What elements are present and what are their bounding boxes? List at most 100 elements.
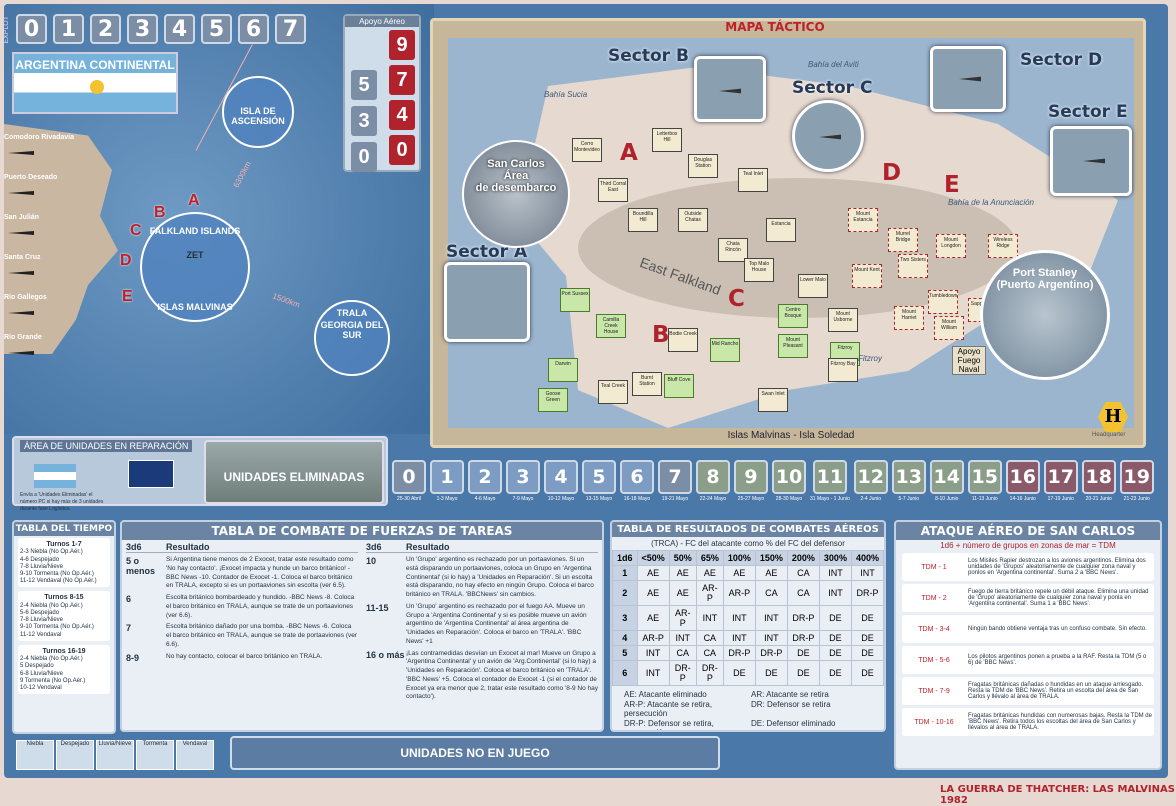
map-location[interactable]: Cerro Montevideo <box>572 138 602 162</box>
map-location[interactable]: Mount Longdon <box>936 234 966 258</box>
turn-box[interactable]: 5 <box>582 460 616 494</box>
exocet-box-0[interactable]: 0 <box>16 14 47 44</box>
eliminated-units-area[interactable]: UNIDADES ELIMINADAS <box>204 440 384 504</box>
exocet-box-3[interactable]: 3 <box>127 14 158 44</box>
turn-box[interactable]: 4 <box>544 460 578 494</box>
map-location[interactable]: Top Malo House <box>744 258 774 282</box>
map-zone-c[interactable]: C <box>728 286 745 312</box>
port-stanley-circle[interactable]: Port Stanley (Puerto Argentino) <box>980 250 1110 380</box>
turn-box[interactable]: 17 <box>1043 460 1078 494</box>
turn-cell-6[interactable]: 6 16-18 Mayo <box>620 460 654 502</box>
turn-cell-3[interactable]: 3 7-9 Mayo <box>506 460 540 502</box>
exocet-box-6[interactable]: 6 <box>238 14 269 44</box>
sea-zone-d[interactable]: D <box>120 252 132 270</box>
map-location[interactable]: Mount Harriet <box>894 306 924 330</box>
turn-cell-17[interactable]: 17 17-19 Junio <box>1043 460 1078 502</box>
turn-cell-10[interactable]: 10 28-30 Mayo <box>772 460 806 502</box>
britain-air-box[interactable]: 0 <box>389 135 415 165</box>
turn-box[interactable]: 7 <box>658 460 692 494</box>
map-location[interactable]: Fitzroy Bay <box>828 358 858 382</box>
turn-cell-9[interactable]: 9 25-27 Mayo <box>734 460 768 502</box>
exocet-box-4[interactable]: 4 <box>164 14 195 44</box>
map-location[interactable]: Goose Green <box>538 388 568 412</box>
map-location[interactable]: Estancia <box>766 218 796 242</box>
argentina-continental-box[interactable]: ARGENTINA CONTINENTAL <box>12 52 178 114</box>
georgia-circle[interactable]: TRALA GEORGIA DEL SUR <box>314 300 390 376</box>
turn-box[interactable]: 13 <box>891 460 926 494</box>
map-location[interactable]: Bluff Cove <box>664 374 694 398</box>
exocet-box-1[interactable]: 1 <box>53 14 84 44</box>
exocet-box-5[interactable]: 5 <box>201 14 232 44</box>
map-location[interactable]: Mount Pleasant <box>778 334 808 358</box>
map-location[interactable]: Wireless Ridge <box>988 234 1018 258</box>
map-location[interactable]: Mount William <box>934 316 964 340</box>
map-location[interactable]: Bodie Creek <box>668 328 698 352</box>
argentina-air-box[interactable]: 3 <box>351 106 377 136</box>
turn-box[interactable]: 18 <box>1081 460 1116 494</box>
map-location[interactable]: Camilla Creek House <box>596 314 626 338</box>
britain-air-box[interactable]: 4 <box>389 100 415 130</box>
turn-box[interactable]: 15 <box>967 460 1002 494</box>
argentina-air-box[interactable]: 5 <box>351 70 377 100</box>
turn-cell-5[interactable]: 5 13-15 Mayo <box>582 460 616 502</box>
turn-box[interactable]: 14 <box>929 460 964 494</box>
argentina-air-box[interactable]: 0 <box>351 142 377 172</box>
san-carlos-landing-area[interactable]: San Carlos Área de desembarco <box>462 140 570 248</box>
map-location[interactable]: Douglas Station <box>688 154 718 178</box>
map-zone-a[interactable]: A <box>620 140 638 166</box>
turn-cell-11[interactable]: 11 31 Mayo - 1 Junio <box>810 460 850 502</box>
map-location[interactable]: Murrel Bridge <box>888 228 918 252</box>
turn-cell-13[interactable]: 13 5-7 Junio <box>891 460 926 502</box>
map-location[interactable]: Outside Chatas <box>678 208 708 232</box>
sea-zone-e[interactable]: E <box>122 288 133 306</box>
naval-fire-support-box[interactable]: Apoyo Fuego Naval <box>952 346 986 375</box>
turn-box[interactable]: 3 <box>506 460 540 494</box>
turn-box[interactable]: 19 <box>1119 460 1154 494</box>
map-location[interactable]: Tumbledown <box>928 290 958 314</box>
turn-cell-18[interactable]: 18 20-21 Junio <box>1081 460 1116 502</box>
map-location[interactable]: Letterbox Hill <box>652 128 682 152</box>
turn-box[interactable]: 9 <box>734 460 768 494</box>
turn-cell-19[interactable]: 19 21-23 Junio <box>1119 460 1154 502</box>
malvinas-circle[interactable]: FALKLAND ISLANDS ZET ISLAS MALVINAS <box>140 212 250 322</box>
weather-marker[interactable]: Niebla <box>16 740 54 770</box>
sea-zone-c[interactable]: C <box>130 222 142 240</box>
turn-box[interactable]: 1 <box>430 460 464 494</box>
map-location[interactable]: Darwin <box>548 358 578 382</box>
sea-zone-b[interactable]: B <box>154 204 166 222</box>
map-location[interactable]: Mount Kent <box>852 264 882 288</box>
weather-marker[interactable]: Vendaval <box>176 740 214 770</box>
turn-cell-14[interactable]: 14 8-10 Junio <box>929 460 964 502</box>
map-location[interactable]: Burnt Station <box>632 372 662 396</box>
turn-box[interactable]: 6 <box>620 460 654 494</box>
turn-cell-0[interactable]: 0 25-30 Abril <box>392 460 426 502</box>
map-location[interactable]: Centro Bosque <box>778 304 808 328</box>
ascension-circle[interactable]: ISLA DE ASCENSIÓN <box>222 76 294 148</box>
exocet-box-2[interactable]: 2 <box>90 14 121 44</box>
sea-zone-a[interactable]: A <box>188 192 200 210</box>
map-location[interactable]: Teal Creek <box>598 380 628 404</box>
turn-cell-7[interactable]: 7 19-21 Mayo <box>658 460 692 502</box>
turn-cell-16[interactable]: 16 14-16 Junio <box>1005 460 1040 502</box>
britain-air-box[interactable]: 9 <box>389 30 415 60</box>
map-location[interactable]: Teal Inlet <box>738 168 768 192</box>
map-location[interactable]: Two Sisters <box>898 254 928 278</box>
map-location[interactable]: Mount Estancia <box>848 208 878 232</box>
turn-cell-1[interactable]: 1 1-3 Mayo <box>430 460 464 502</box>
turn-box[interactable]: 2 <box>468 460 502 494</box>
units-not-in-play-area[interactable]: UNIDADES NO EN JUEGO <box>230 736 720 770</box>
turn-cell-4[interactable]: 4 10-12 Mayo <box>544 460 578 502</box>
map-location[interactable]: Boundilla Hill <box>628 208 658 232</box>
turn-box[interactable]: 8 <box>696 460 730 494</box>
turn-box[interactable]: 0 <box>392 460 426 494</box>
turn-box[interactable]: 10 <box>772 460 806 494</box>
map-location[interactable]: Swan Inlet <box>758 388 788 412</box>
map-zone-e[interactable]: E <box>944 172 960 198</box>
turn-cell-12[interactable]: 12 2-4 Junio <box>853 460 888 502</box>
turn-box[interactable]: 12 <box>853 460 888 494</box>
map-zone-b[interactable]: B <box>652 322 670 348</box>
weather-marker[interactable]: Lluvia/Nieve <box>96 740 134 770</box>
map-zone-d[interactable]: D <box>882 160 901 186</box>
map-location[interactable]: Third Corral East <box>598 178 628 202</box>
turn-cell-8[interactable]: 8 22-24 Mayo <box>696 460 730 502</box>
